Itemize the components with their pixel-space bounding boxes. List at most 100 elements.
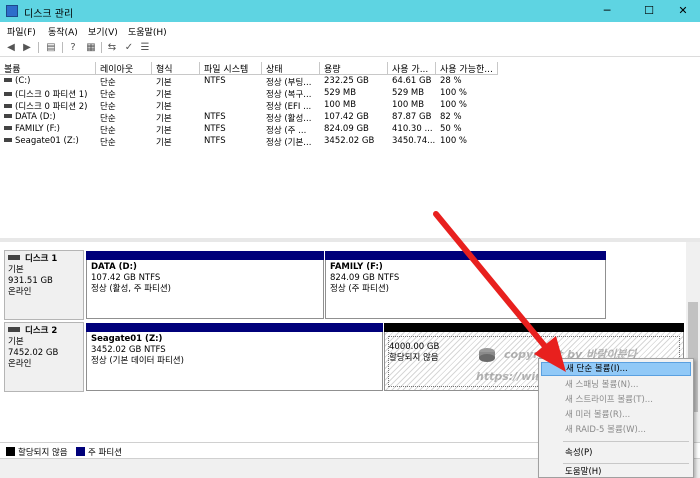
menu-new-simple-volume[interactable]: 새 단순 볼륨(I)... — [541, 362, 691, 376]
volume-capacity: 100 MB — [324, 100, 357, 110]
help-icon[interactable]: ? — [66, 41, 80, 54]
menu-separator — [563, 463, 689, 464]
volume-filesystem: NTFS — [204, 124, 226, 134]
volume-layout: 단순 — [100, 102, 116, 112]
menu-file[interactable]: 파일(F) — [7, 25, 36, 38]
volume-free-space: 64.61 GB — [392, 76, 432, 86]
volume-icon — [4, 126, 12, 130]
legend-unallocated: 할당되지 않음 — [18, 448, 68, 458]
volume-free-space: 529 MB — [392, 88, 425, 98]
minimize-button[interactable]: ─ — [590, 0, 624, 22]
disk-icon — [8, 327, 20, 332]
partition-name: FAMILY (F:) — [330, 262, 383, 272]
volume-status: 정상 (EFI ... — [266, 102, 312, 112]
volume-status: 정상 (주 ... — [266, 126, 307, 136]
back-icon[interactable]: ◀ — [4, 41, 18, 54]
volume-icon — [4, 104, 12, 108]
volume-layout: 단순 — [100, 90, 116, 100]
volume-status: 정상 (부팅... — [266, 78, 312, 88]
disk-type: 기본 — [8, 265, 24, 275]
check-icon[interactable]: ✓ — [122, 41, 136, 54]
volume-layout: 단순 — [100, 126, 116, 136]
table-row[interactable]: (디스크 0 파티션 1) 단순 기본 정상 (복구... 529 MB 529… — [0, 88, 700, 100]
column-header-type[interactable]: 형식 — [152, 62, 200, 75]
column-header-capacity[interactable]: 용량 — [320, 62, 388, 75]
volume-name: (디스크 0 파티션 2) — [15, 102, 88, 112]
menu-view[interactable]: 보기(V) — [88, 25, 118, 38]
primary-partition-stripe — [325, 251, 606, 260]
partition-detail: 107.42 GB NTFS — [91, 273, 161, 283]
disk-size: 931.51 GB — [8, 276, 53, 286]
table-row[interactable]: (디스크 0 파티션 2) 단순 기본 정상 (EFI ... 100 MB 1… — [0, 100, 700, 112]
maximize-button[interactable]: ☐ — [632, 0, 666, 22]
partition-detail: 3452.02 GB NTFS — [91, 345, 166, 355]
menu-new-striped-volume[interactable]: 새 스트라이프 볼륨(T)... — [541, 393, 691, 407]
partition-status: 정상 (기본 데이터 파티션) — [91, 356, 184, 366]
help-topics-icon[interactable]: ▦ — [84, 41, 98, 54]
properties-icon[interactable]: ▤ — [44, 41, 58, 54]
menu-new-spanned-volume[interactable]: 새 스패닝 볼륨(N)... — [541, 378, 691, 392]
volume-filesystem: NTFS — [204, 112, 226, 122]
table-row[interactable]: (C:) 단순 기본 NTFS 정상 (부팅... 232.25 GB 64.6… — [0, 76, 700, 88]
menu-action[interactable]: 동작(A) — [48, 25, 78, 38]
volume-percent-free: 50 % — [440, 124, 462, 134]
title-bar[interactable]: 디스크 관리 ─ ☐ ✕ — [0, 0, 700, 22]
menu-properties[interactable]: 속성(P) — [541, 446, 691, 460]
primary-partition-swatch — [76, 447, 85, 456]
menu-help-item[interactable]: 도움말(H) — [541, 465, 691, 478]
partition-seagate01-z[interactable]: Seagate01 (Z:) 3452.02 GB NTFS 정상 (기본 데이… — [86, 323, 383, 391]
partition-name: Seagate01 (Z:) — [91, 334, 163, 344]
column-header-layout[interactable]: 레이아웃 — [96, 62, 152, 75]
table-row[interactable]: DATA (D:) 단순 기본 NTFS 정상 (활성... 107.42 GB… — [0, 112, 700, 124]
volume-capacity: 107.42 GB — [324, 112, 369, 122]
volume-type: 기본 — [156, 78, 172, 88]
toolbar-separator — [101, 42, 102, 53]
volume-capacity: 232.25 GB — [324, 76, 369, 86]
table-row[interactable]: Seagate01 (Z:) 단순 기본 NTFS 정상 (기본... 3452… — [0, 136, 700, 148]
volume-filesystem — [200, 100, 262, 112]
primary-partition-stripe — [86, 251, 324, 260]
forward-icon[interactable]: ▶ — [20, 41, 34, 54]
volume-icon — [4, 78, 12, 82]
volume-type: 기본 — [156, 114, 172, 124]
disk-type: 기본 — [8, 337, 24, 347]
volume-filesystem — [200, 88, 262, 100]
volume-free-space: 410.30 ... — [392, 124, 433, 134]
volume-filesystem: NTFS — [204, 76, 226, 86]
volume-capacity: 824.09 GB — [324, 124, 369, 134]
volume-type: 기본 — [156, 102, 172, 112]
volume-name: DATA (D:) — [15, 112, 56, 122]
menu-new-raid5-volume[interactable]: 새 RAID-5 볼륨(W)... — [541, 423, 691, 437]
volume-free-space: 100 MB — [392, 100, 425, 110]
volume-capacity: 529 MB — [324, 88, 357, 98]
close-button[interactable]: ✕ — [666, 0, 700, 22]
partition-family-f[interactable]: FAMILY (F:) 824.09 GB NTFS 정상 (주 파티션) — [325, 251, 606, 319]
column-header-status[interactable]: 상태 — [262, 62, 320, 75]
disk-size: 7452.02 GB — [8, 348, 59, 358]
volume-filesystem: NTFS — [204, 136, 226, 146]
volume-name: (디스크 0 파티션 1) — [15, 90, 88, 100]
column-header-percent-free[interactable]: 사용 가능한... — [436, 62, 498, 75]
column-header-free-space[interactable]: 사용 가... — [388, 62, 436, 75]
menu-help[interactable]: 도움말(H) — [128, 25, 167, 38]
column-header-volume[interactable]: 볼륨 — [0, 62, 96, 75]
partition-detail: 824.09 GB NTFS — [330, 273, 400, 283]
disk-status: 온라인 — [8, 287, 32, 297]
partition-name: DATA (D:) — [91, 262, 137, 272]
table-row[interactable]: FAMILY (F:) 단순 기본 NTFS 정상 (주 ... 824.09 … — [0, 124, 700, 136]
partition-data-d[interactable]: DATA (D:) 107.42 GB NTFS 정상 (활성, 주 파티션) — [86, 251, 324, 319]
list-icon[interactable]: ☰ — [138, 41, 152, 54]
disk-1-label[interactable]: 디스크 1 기본 931.51 GB 온라인 — [4, 250, 84, 320]
volume-icon — [4, 92, 12, 96]
column-header-filesystem[interactable]: 파일 시스템 — [200, 62, 262, 75]
volume-status: 정상 (활성... — [266, 114, 312, 124]
volume-layout: 단순 — [100, 114, 116, 124]
legend-primary-partition: 주 파티션 — [88, 448, 122, 458]
volume-name: Seagate01 (Z:) — [15, 136, 79, 146]
refresh-icon[interactable]: ⇆ — [105, 41, 119, 54]
volume-percent-free: 82 % — [440, 112, 462, 122]
disk-icon — [8, 255, 20, 260]
menu-new-mirrored-volume[interactable]: 새 미러 볼륨(R)... — [541, 408, 691, 422]
toolbar-separator — [62, 42, 63, 53]
disk-2-label[interactable]: 디스크 2 기본 7452.02 GB 온라인 — [4, 322, 84, 392]
